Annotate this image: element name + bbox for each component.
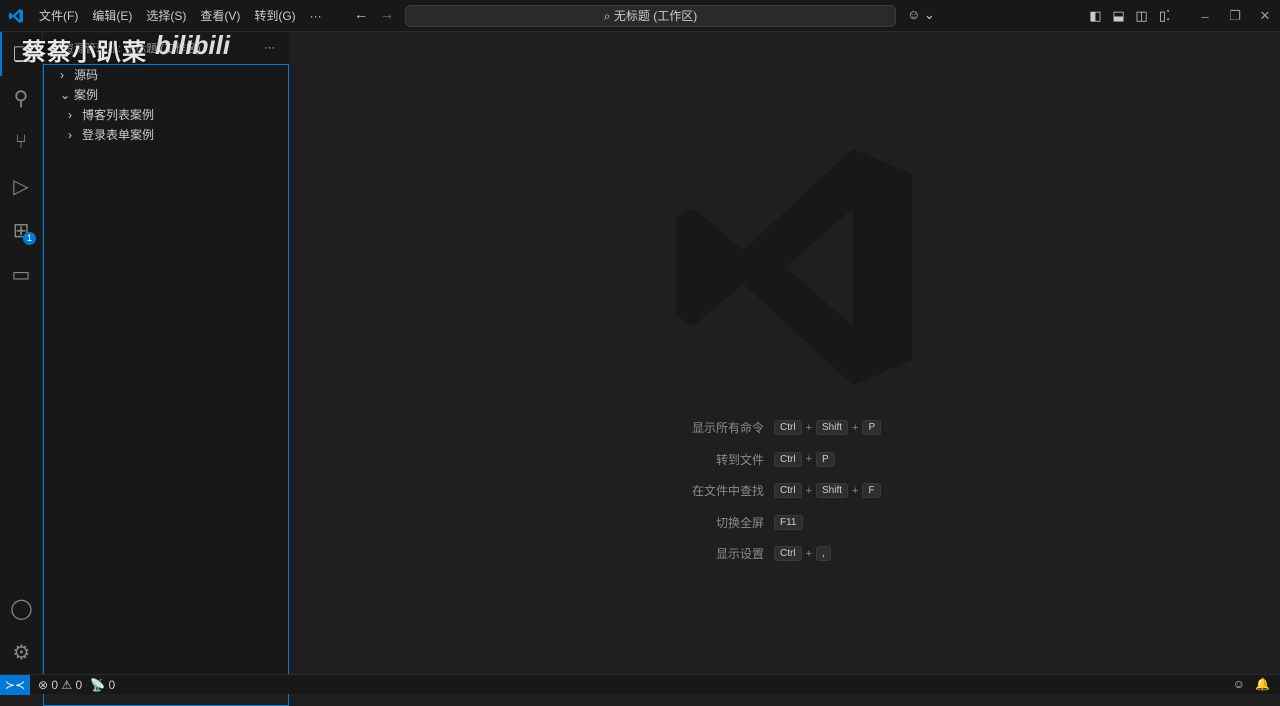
key-cap: Ctrl — [774, 451, 802, 467]
chevron-down-icon: ⌄ — [60, 88, 71, 102]
toggle-panel-icon[interactable]: ⬓ — [1107, 8, 1130, 24]
vscode-watermark-logo — [675, 148, 913, 386]
nav-arrows: ← → — [354, 6, 406, 22]
tree-item-label: 登录表单案例 — [82, 128, 155, 142]
plus-sign: + — [805, 421, 812, 434]
command-center-search[interactable]: ⌕ 无标题 (工作区) — [405, 5, 896, 27]
vscode-logo-icon — [0, 0, 32, 32]
chat-icon[interactable]: ▭ — [0, 252, 42, 296]
menu-item[interactable]: 文件(F) — [39, 9, 78, 23]
toggle-primary-sidebar-icon[interactable]: ◧ — [1084, 8, 1107, 24]
tree-item-label: 博客列表案例 — [82, 108, 155, 122]
editor-area: 显示所有命令 Ctrl + Shift + P 转到文件 Ctrl + P 在文件中查找 Ctrl + S… — [289, 32, 1280, 674]
toggle-secondary-sidebar-icon[interactable]: ◫ — [1130, 8, 1153, 24]
tree-item[interactable]: ⌄ 案例 — [44, 85, 288, 105]
tree-item-label: 源码 — [74, 68, 99, 82]
copilot-button[interactable]: ☺ ⌄ — [907, 7, 935, 23]
shortcut-label: 切换全屏 — [715, 515, 764, 530]
menu-item[interactable]: 选择(S) — [146, 9, 186, 23]
key-cap: Ctrl — [774, 483, 802, 499]
search-text: 无标题 (工作区) — [613, 9, 698, 23]
watermark-text: 蔡蔡小趴菜 — [22, 39, 147, 66]
more-actions-button[interactable]: ··· — [264, 42, 275, 54]
shortcut-row: 在文件中查找 Ctrl + Shift + F — [639, 475, 939, 507]
title-bar: 文件(F) 编辑(E) 选择(S) 查看(V) 转到(G) ··· ← → ⌕ 无标题 (工… — [0, 0, 1280, 32]
menu-bar: 文件(F) 编辑(E) 选择(S) 查看(V) 转到(G) ··· — [32, 7, 329, 24]
key-cap: Shift — [816, 483, 849, 499]
key-cap: Ctrl — [774, 420, 802, 436]
status-bar: ≻≺ ⊗ 0 ⚠ 0 📡 0 ☺ 🔔 — [0, 674, 1280, 695]
plus-sign: + — [805, 453, 812, 466]
plus-sign: + — [852, 421, 859, 434]
run-debug-icon[interactable]: ▷ — [0, 164, 42, 208]
shortcut-label: 在文件中查找 — [691, 484, 764, 499]
customize-layout-icon[interactable]: ▯⁚ — [1153, 8, 1176, 24]
key-cap: P — [816, 451, 835, 467]
chevron-right-icon: › — [68, 108, 72, 122]
shortcut-row: 显示所有命令 Ctrl + Shift + P — [639, 412, 939, 444]
search-icon[interactable]: ⚲ — [0, 76, 42, 120]
shortcut-label: 转到文件 — [715, 452, 764, 467]
menu-item[interactable]: 转到(G) — [254, 9, 295, 23]
tree-item[interactable]: › 源码 — [44, 65, 288, 85]
tree-item-label: 案例 — [74, 88, 99, 102]
account-icon[interactable]: ◯ — [0, 586, 43, 630]
explorer-sidebar: 资源管理器: 无标题 (工作区) ··· › 源码 ⌄ 案例 › 博客列表案例 › 登录表单案例 — [43, 32, 289, 706]
ports-indicator[interactable]: 📡 0 — [90, 678, 115, 692]
extensions-badge: 1 — [23, 232, 36, 245]
menu-item[interactable]: ··· — [310, 9, 322, 23]
extensions-icon[interactable]: ⊞ 1 — [0, 208, 42, 252]
restore-button[interactable]: ❐ — [1220, 8, 1250, 24]
minimize-button[interactable]: – — [1190, 9, 1220, 24]
menu-item[interactable]: 编辑(E) — [92, 9, 132, 23]
problems-indicator[interactable]: ⊗ 0 ⚠ 0 — [38, 678, 82, 692]
key-cap: Shift — [816, 420, 849, 436]
chevron-right-icon: › — [68, 128, 72, 142]
plus-sign: + — [805, 484, 812, 497]
key-cap: F11 — [774, 514, 803, 530]
shortcut-label: 显示设置 — [715, 547, 764, 562]
shortcut-label: 显示所有命令 — [691, 421, 764, 436]
bilibili-logo: bilibili — [155, 30, 231, 60]
forward-button[interactable]: → — [380, 6, 394, 22]
plus-sign: + — [805, 547, 812, 560]
activity-bar: ❏ ⚲ ⑂ ▷ ⊞ 1 ▭ ◯ ⚙ — [0, 32, 43, 674]
key-cap: P — [862, 420, 882, 436]
tree-item[interactable]: › 登录表单案例 — [44, 125, 288, 145]
status-right-icons[interactable]: ☺ 🔔 — [1233, 677, 1270, 691]
remote-icon[interactable]: ≻≺ — [0, 674, 30, 695]
shortcut-list: 显示所有命令 Ctrl + Shift + P 转到文件 Ctrl + P 在文件中查找 Ctrl + S… — [639, 412, 939, 570]
shortcut-row: 显示设置 Ctrl +, — [639, 538, 939, 570]
source-control-icon[interactable]: ⑂ — [0, 120, 42, 164]
chevron-right-icon: › — [60, 68, 64, 82]
file-tree: › 源码 ⌄ 案例 › 博客列表案例 › 登录表单案例 — [43, 64, 289, 706]
tree-item[interactable]: › 博客列表案例 — [44, 105, 288, 125]
key-cap: F — [862, 483, 881, 499]
settings-gear-icon[interactable]: ⚙ — [0, 630, 43, 674]
key-cap: Ctrl — [774, 546, 802, 562]
shortcut-row: 转到文件 Ctrl + P — [639, 444, 939, 476]
shortcut-row: 切换全屏 F11 — [639, 507, 939, 539]
key-cap: , — [816, 546, 831, 562]
plus-sign: + — [852, 484, 859, 497]
search-icon: ⌕ — [603, 9, 614, 23]
back-button[interactable]: ← — [354, 6, 368, 22]
menu-item[interactable]: 查看(V) — [200, 9, 240, 23]
close-button[interactable]: ✕ — [1250, 8, 1280, 24]
